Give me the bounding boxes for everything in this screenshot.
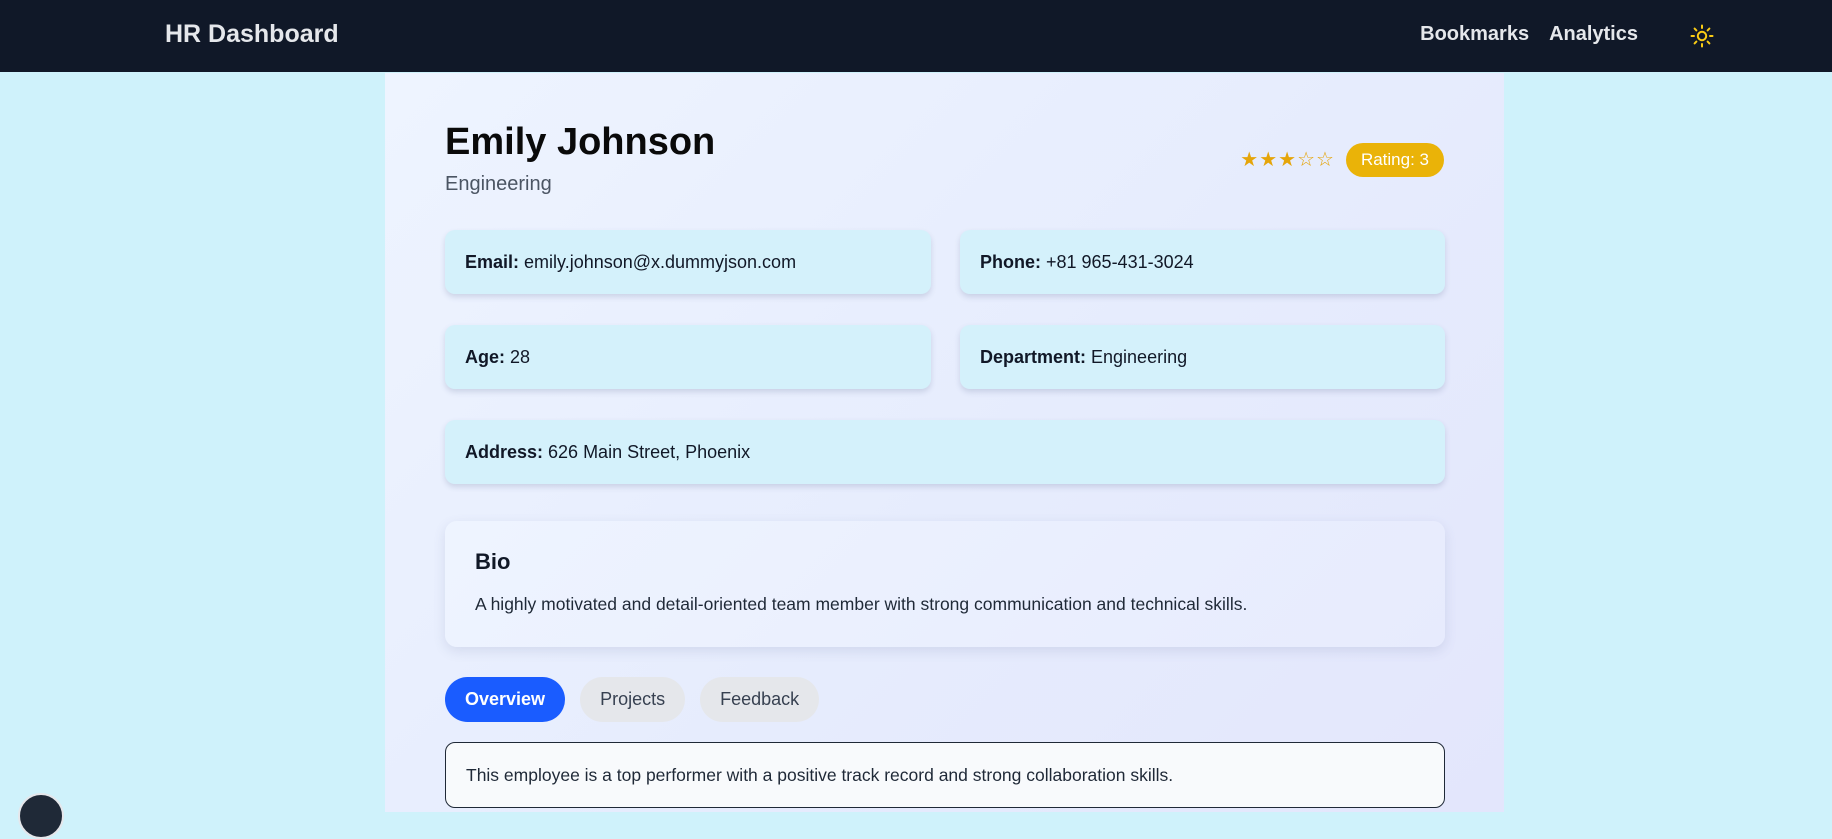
- phone-value: +81 965-431-3024: [1046, 251, 1194, 272]
- star-filled-icon: ★: [1240, 149, 1259, 171]
- theme-toggle-button[interactable]: [1688, 22, 1716, 50]
- age-card: Age: 28: [445, 325, 931, 389]
- nav-link-analytics[interactable]: Analytics: [1549, 23, 1638, 46]
- star-empty-icon: ☆: [1316, 149, 1334, 171]
- floating-action-button[interactable]: [18, 793, 64, 839]
- star-filled-icon: ★: [1259, 149, 1278, 171]
- employee-name: Emily Johnson: [445, 121, 716, 163]
- department-card: Department: Engineering: [960, 325, 1445, 389]
- overview-text: This employee is a top performer with a …: [466, 764, 1174, 785]
- rating-section: ★ ★ ★ ☆ ☆ Rating: 3: [1240, 143, 1444, 177]
- star-rating: ★ ★ ★ ☆ ☆: [1240, 150, 1334, 170]
- age-value: 28: [510, 346, 531, 367]
- bio-title: Bio: [475, 549, 511, 574]
- app-title[interactable]: HR Dashboard: [165, 20, 339, 49]
- phone-label: Phone:: [980, 251, 1041, 272]
- phone-card: Phone: +81 965-431-3024: [960, 230, 1445, 294]
- tab-content-panel: This employee is a top performer with a …: [445, 742, 1445, 808]
- email-value: emily.johnson@x.dummyjson.com: [524, 251, 797, 272]
- tab-projects[interactable]: Projects: [580, 677, 686, 722]
- employee-department: Engineering: [445, 173, 552, 195]
- bio-card: Bio A highly motivated and detail-orient…: [445, 521, 1445, 647]
- address-value: 626 Main Street, Phoenix: [548, 441, 751, 462]
- top-navbar: HR Dashboard Bookmarks Analytics: [0, 0, 1832, 72]
- nav-link-bookmarks[interactable]: Bookmarks: [1420, 23, 1529, 46]
- address-card: Address: 626 Main Street, Phoenix: [445, 420, 1445, 484]
- address-label: Address:: [465, 441, 544, 462]
- rating-badge: Rating: 3: [1345, 143, 1444, 177]
- department-label: Department:: [980, 346, 1087, 367]
- nav-links: Bookmarks Analytics: [1420, 23, 1638, 46]
- employee-detail-panel: Emily Johnson Engineering ★ ★ ★ ☆ ☆ Rati…: [385, 73, 1504, 812]
- tab-feedback[interactable]: Feedback: [700, 677, 820, 722]
- sun-icon: [1690, 24, 1714, 48]
- department-value: Engineering: [1091, 346, 1188, 367]
- tab-overview[interactable]: Overview: [445, 677, 566, 722]
- age-label: Age:: [465, 346, 505, 367]
- star-empty-icon: ☆: [1297, 149, 1316, 171]
- star-filled-icon: ★: [1278, 149, 1297, 171]
- bio-text: A highly motivated and detail-oriented t…: [475, 594, 1248, 614]
- email-label: Email:: [465, 251, 520, 272]
- tab-bar: Overview Projects Feedback: [445, 677, 820, 722]
- email-card: Email: emily.johnson@x.dummyjson.com: [445, 230, 931, 294]
